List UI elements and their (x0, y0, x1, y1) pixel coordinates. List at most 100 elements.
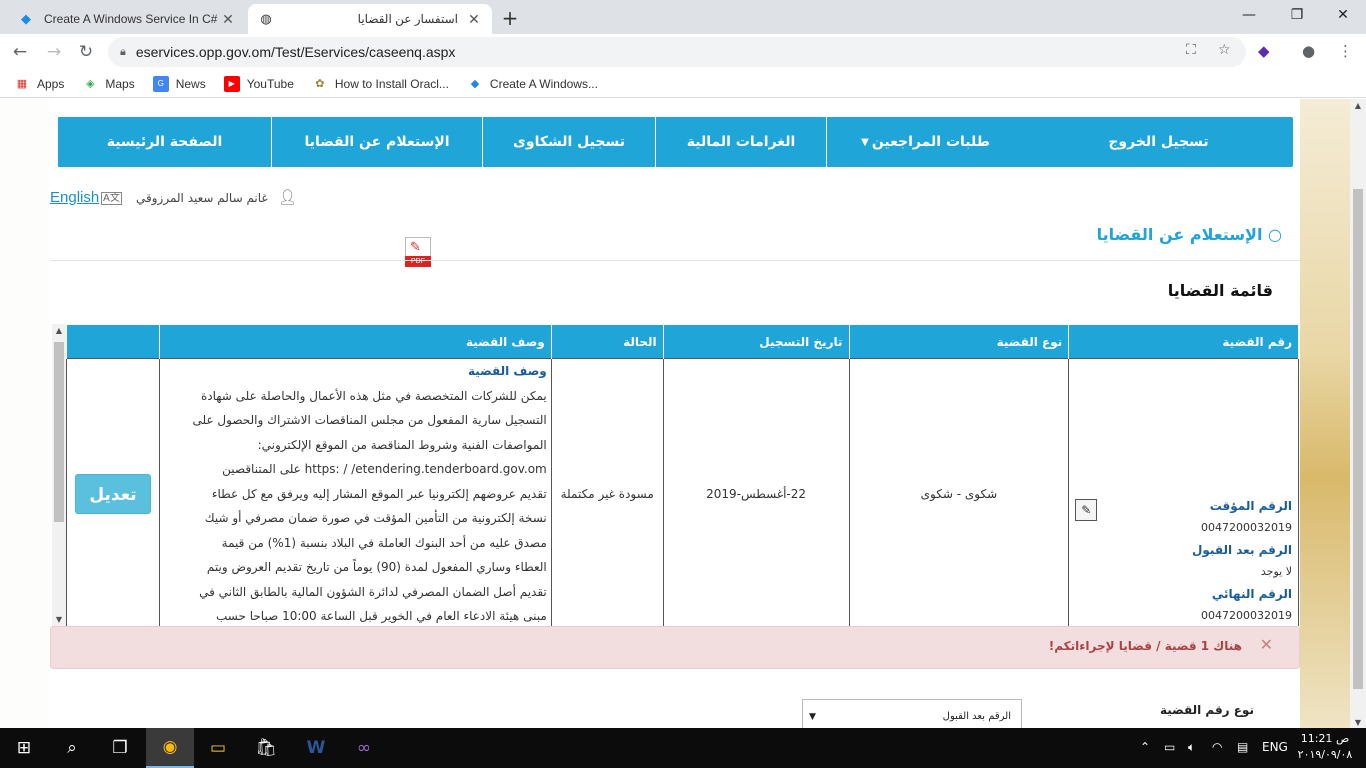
clock-time: 11:21 ص (1300, 732, 1350, 745)
scroll-down-arrow[interactable]: ▼ (52, 615, 66, 624)
case-type-cell: شكوى - شكوى (848, 358, 1070, 626)
case-number-block: الرقم المؤقت 0047200032019 الرقم بعد الق… (1192, 495, 1292, 626)
header-registration-date: تاريخ التسجيل (662, 324, 850, 359)
volume-icon[interactable]: 🔈︎ (1188, 740, 1195, 755)
case-number-type-label: نوع رقم القضية (1159, 703, 1254, 717)
section-title: ○ الإستعلام عن القضايا (1097, 225, 1282, 244)
restore-button[interactable]: ❐ (1274, 0, 1320, 30)
page-scrollbar[interactable]: ▲ ▼ (1350, 99, 1366, 729)
english-language-link[interactable]: English (50, 189, 99, 206)
section-bullet-icon: ○ (1268, 225, 1282, 244)
close-tab-icon[interactable]: ✕ (220, 11, 236, 28)
case-number-cell: الرقم المؤقت 0047200032019 الرقم بعد الق… (1068, 358, 1299, 626)
extension-icon[interactable]: ◆ (1258, 42, 1270, 60)
description-line: المواصفات الفنية وشروط المناقصة من الموق… (257, 437, 547, 452)
table-header-row: رقم القضية نوع القضية تاريخ التسجيل الحا… (65, 324, 1299, 359)
file-explorer-icon[interactable]: ▭ (194, 728, 242, 768)
windows-service-icon: ◆ (21, 11, 31, 26)
nav-visitor-requests-label: طلبات المراجعين (871, 134, 990, 150)
close-alert-icon[interactable]: ✕ (1260, 635, 1273, 654)
tab-title: استفسار عن القضايا (357, 12, 458, 26)
bookmark-windows-service[interactable]: ◆ Create A Windows... (467, 76, 598, 92)
nav-case-inquiry[interactable]: الإستعلام عن القضايا (271, 117, 482, 167)
final-number-label: الرقم النهائي (1211, 587, 1292, 601)
description-line: العطاء وساري المفعول لمدة (90) يوماً من … (206, 560, 547, 574)
case-table-container: ▲ ▼ رقم القضية نوع القضية تاريخ التسجيل … (52, 324, 1299, 626)
accepted-number-value: لا يوجد (1260, 565, 1292, 578)
browser-toolbar: ← → ↻ 🔒︎ ⛶ ☆ ◆ ● ⋮ (0, 34, 1366, 70)
chrome-taskbar-icon[interactable]: ◉ (146, 728, 194, 768)
status-cell: مسودة غير مكتملة (550, 358, 664, 626)
visual-studio-icon[interactable]: ∞ (340, 728, 388, 768)
bookmarks-bar: ▦ Apps ◈ Maps G News ▶ YouTube ✿ How to … (0, 70, 1366, 98)
case-number-type-select[interactable]: الرقم بعد القبول ▼ (802, 699, 1022, 729)
input-language[interactable]: ENG (1262, 740, 1288, 754)
select-caret-icon: ▼ (809, 712, 816, 722)
registration-date-cell: 22-أغسطس-2019 (662, 358, 850, 626)
news-icon: G (152, 75, 169, 92)
apps-grid-icon: ▦ (16, 78, 28, 90)
search-icon[interactable]: ⌕ (48, 728, 96, 768)
wifi-icon[interactable]: ◠ (1212, 740, 1222, 754)
close-window-button[interactable]: ✕ (1320, 0, 1366, 30)
task-view-icon[interactable]: ❐ (96, 728, 144, 768)
bookmark-oracle[interactable]: ✿ How to Install Oracl... (312, 76, 449, 92)
notification-icon[interactable]: ▤ (1237, 740, 1248, 754)
lock-icon: 🔒︎ (120, 45, 126, 58)
windows-service-icon: ◆ (470, 78, 480, 90)
bookmark-label: How to Install Oracl... (334, 76, 449, 91)
nav-complaints[interactable]: تسجيل الشكاوى (482, 117, 655, 167)
bookmark-news[interactable]: G News (152, 75, 206, 92)
section-title-text: الإستعلام عن القضايا (1096, 225, 1263, 244)
back-button[interactable]: ← (8, 40, 32, 64)
maps-pin-icon: ◈ (86, 78, 95, 90)
tab-case-inquiry[interactable]: ◍ استفسار عن القضايا ✕ (248, 4, 492, 34)
reload-button[interactable]: ↻ (74, 40, 98, 64)
scroll-up-arrow[interactable]: ▲ (1350, 101, 1366, 110)
header-actions (65, 324, 161, 359)
alert-message: هناك 1 قضية / قضايا لإجراءاتكم! (1048, 639, 1242, 653)
network-icon[interactable]: ▭ (1164, 740, 1175, 754)
section-divider (50, 260, 1300, 261)
menu-kebab-icon[interactable]: ⋮ (1338, 42, 1353, 60)
bookmark-star-icon[interactable]: ☆ (1218, 42, 1231, 58)
page-background-decoration (1300, 99, 1350, 729)
tab-windows-service[interactable]: ◆ Create A Windows Service In C# ✕ (8, 4, 246, 34)
nav-visitor-requests[interactable]: طلبات المراجعين ▼ (826, 117, 1024, 167)
word-icon[interactable]: W (292, 728, 340, 768)
scroll-up-arrow[interactable]: ▲ (52, 326, 66, 335)
bookmark-apps[interactable]: ▦ Apps (14, 76, 65, 92)
actions-cell: تعديل (65, 358, 161, 626)
table-scroll-thumb[interactable] (54, 342, 64, 522)
start-button[interactable]: ⊞ (0, 728, 48, 768)
nav-logout[interactable]: تسجيل الخروج (1024, 117, 1293, 167)
url-input[interactable] (135, 44, 1036, 60)
youtube-icon: ▶ (223, 75, 240, 92)
forward-button[interactable]: → (42, 40, 66, 64)
minimize-button[interactable]: — (1226, 0, 1272, 30)
nav-fines[interactable]: الغرامات المالية (655, 117, 826, 167)
oracle-icon: ✿ (315, 78, 325, 90)
page-scroll-thumb[interactable] (1353, 189, 1363, 689)
profile-avatar-icon[interactable]: ● (1302, 42, 1315, 60)
header-case-type: نوع القضية (848, 324, 1070, 359)
table-scrollbar[interactable]: ▲ ▼ (52, 324, 66, 626)
translate-icon[interactable]: ⛶ (1186, 42, 1196, 58)
store-icon[interactable]: 🛍︎ (242, 728, 290, 768)
globe-icon: ◍ (260, 11, 272, 26)
system-clock[interactable]: 11:21 ص ٢٠١٩/٠٩/٠٨ (1296, 731, 1354, 763)
bookmark-maps[interactable]: ◈ Maps (82, 76, 135, 92)
edit-button[interactable]: تعديل (75, 473, 152, 514)
address-bar[interactable]: 🔒︎ (108, 37, 1246, 67)
case-list-title: قائمة القضايا (1167, 281, 1273, 300)
new-tab-button[interactable]: + (498, 6, 522, 30)
nav-home[interactable]: الصفحة الرئيسية (57, 117, 271, 167)
pdf-export-icon[interactable]: ✎ PDF (405, 237, 431, 267)
edit-document-icon[interactable]: ✎ (1075, 499, 1098, 521)
header-case-number: رقم القضية (1068, 324, 1299, 359)
scroll-down-arrow[interactable]: ▼ (1350, 718, 1366, 727)
tray-chevron-icon[interactable]: ⌃ (1140, 740, 1150, 754)
close-tab-icon[interactable]: ✕ (466, 11, 482, 28)
bookmark-youtube[interactable]: ▶ YouTube (223, 75, 294, 92)
language-switch-icon[interactable]: A文 (101, 192, 122, 205)
